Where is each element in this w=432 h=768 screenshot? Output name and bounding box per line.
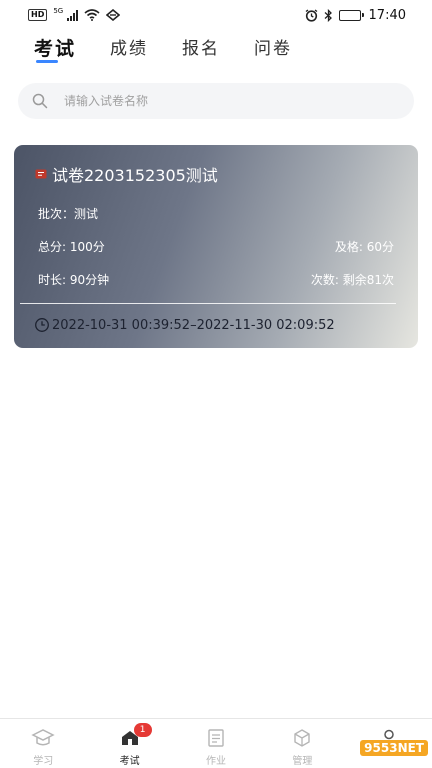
exam-card-title: 试卷2203152305测试 — [34, 162, 218, 186]
card-divider — [20, 303, 396, 304]
hd-badge: HD — [28, 9, 48, 21]
nav-manage-label: 管理 — [292, 756, 313, 767]
total-score-text: 总分: 100分 — [38, 240, 105, 254]
duration-text: 时长: 90分钟 — [38, 273, 110, 287]
search-bar[interactable] — [18, 83, 414, 119]
search-icon — [32, 93, 48, 109]
tab-signup[interactable]: 报名 — [182, 34, 220, 59]
status-left: HD 5G — [28, 7, 121, 21]
document-icon — [208, 729, 224, 747]
wifi-icon — [84, 9, 100, 21]
search-input[interactable] — [64, 94, 364, 108]
nav-manage[interactable]: 管理 — [259, 719, 345, 768]
time-range-row: 2022-10-31 00:39:52–2022-11-30 02:09:52 — [34, 317, 335, 333]
graduation-cap-icon — [31, 729, 55, 746]
hotspot-icon — [106, 9, 121, 21]
tab-survey[interactable]: 问卷 — [254, 34, 292, 59]
pass-score-text: 及格: 60分 — [334, 240, 394, 254]
nav-homework[interactable]: 作业 — [173, 719, 259, 768]
score-row: 总分: 100分 及格: 60分 — [38, 238, 394, 255]
attempts-text: 次数: 剩余81次 — [310, 273, 394, 287]
battery-icon — [338, 9, 364, 21]
status-right: 17:40 — [305, 8, 406, 23]
tab-exam[interactable]: 考试 — [34, 34, 76, 63]
status-bar: HD 5G 17:40 — [0, 0, 432, 30]
exam-paper-icon — [34, 167, 48, 181]
network-label: 5G — [53, 7, 64, 15]
time-range-text: 2022-10-31 00:39:52–2022-11-30 02:09:52 — [52, 317, 335, 333]
batch-text: 批次：测试 — [38, 207, 99, 221]
alarm-icon — [305, 8, 317, 22]
nav-homework-label: 作业 — [206, 756, 227, 767]
clock-icon — [35, 318, 49, 332]
nav-study-label: 学习 — [33, 756, 54, 767]
nav-exam-label: 考试 — [119, 756, 140, 767]
nav-study[interactable]: 学习 — [0, 719, 86, 768]
tab-scores[interactable]: 成绩 — [110, 34, 148, 59]
duration-row: 时长: 90分钟 次数: 剩余81次 — [38, 271, 394, 288]
site-watermark: 9553NET — [360, 740, 428, 756]
batch-row: 批次：测试 — [38, 205, 394, 222]
signal-icon — [67, 9, 79, 21]
status-time: 17:40 — [368, 7, 406, 23]
cube-icon — [294, 729, 311, 747]
bluetooth-icon — [324, 8, 332, 22]
nav-exam[interactable]: 1 考试 — [86, 719, 172, 768]
exam-badge: 1 — [133, 723, 152, 737]
top-tabs: 考试 成绩 报名 问卷 — [34, 34, 326, 66]
exam-title-text: 试卷2203152305测试 — [52, 166, 218, 185]
exam-card[interactable]: 试卷2203152305测试 批次：测试 总分: 100分 及格: 60分 时长… — [14, 145, 418, 348]
